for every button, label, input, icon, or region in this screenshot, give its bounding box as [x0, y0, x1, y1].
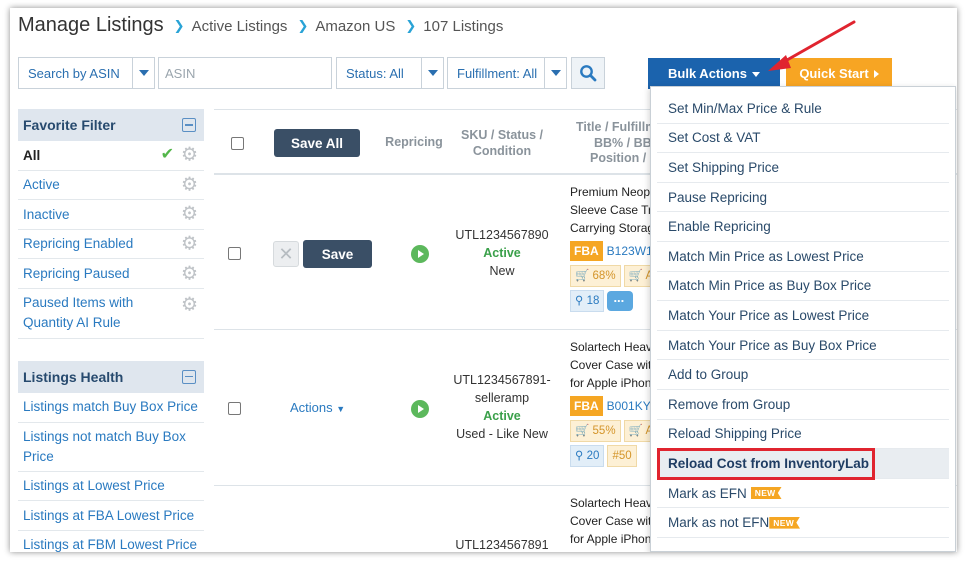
select-all-checkbox[interactable] [231, 137, 244, 150]
breadcrumb-marketplace[interactable]: Amazon US [315, 18, 395, 35]
menu-item-match-min-buy-box[interactable]: Match Min Price as Buy Box Price [657, 272, 949, 302]
fulfillment-badge: FBA [570, 241, 603, 261]
buy-box-percent-chip: 🛒 55% [570, 420, 621, 442]
play-icon[interactable] [411, 245, 429, 263]
position-chip: ⚲ 20 [570, 445, 605, 467]
menu-item-mark-not-efn[interactable]: Mark as not EFN NEW [657, 508, 949, 538]
sidebar-item-lowest-price[interactable]: Listings at Lowest Price [18, 472, 204, 502]
search-button[interactable] [571, 57, 605, 89]
location-pin-icon: ⚲ [575, 295, 584, 307]
menu-item-mark-efn[interactable]: Mark as EFN NEW [657, 479, 949, 509]
gear-icon[interactable]: ⚙ [181, 205, 198, 224]
actions-dropdown[interactable]: Actions ▼ [290, 400, 345, 415]
sidebar-item-match-buy-box[interactable]: Listings match Buy Box Price [18, 393, 204, 423]
close-icon[interactable]: ✕ [273, 241, 299, 267]
search-icon [580, 65, 597, 82]
breadcrumb: Manage Listings ❯ Active Listings ❯ Amaz… [18, 14, 503, 37]
sidebar-item-inactive[interactable]: Inactive ⚙ [18, 200, 204, 230]
new-badge: NEW [769, 516, 801, 529]
listings-health-header: Listings Health [18, 360, 204, 393]
status-badge: Active [483, 409, 521, 423]
asin-search-input[interactable] [158, 57, 332, 89]
save-button[interactable]: Save [303, 240, 372, 268]
favorite-filter-header: Favorite Filter [18, 109, 204, 141]
gear-icon[interactable]: ⚙ [181, 295, 198, 314]
rank-chip: #50 [607, 445, 637, 467]
row-checkbox[interactable] [228, 402, 241, 415]
column-header-repricing[interactable]: Repricing [382, 135, 446, 151]
sku-cell: UTL1234567890 Active New [446, 226, 558, 280]
sidebar-item-paused-quantity-ai[interactable]: Paused Items with Quantity AI Rule ⚙ [18, 289, 204, 339]
status-filter-select[interactable]: Status: All [336, 57, 444, 89]
sidebar-item-not-match-buy-box[interactable]: Listings not match Buy Box Price [18, 423, 204, 472]
chevron-right-icon [873, 69, 879, 78]
gear-icon[interactable]: ⚙ [181, 146, 198, 165]
sidebar-item-all[interactable]: All ✔ ⚙ [18, 141, 204, 171]
menu-item-enable-repricing[interactable]: Enable Repricing [657, 212, 949, 242]
menu-item-reload-cost-inventorylab[interactable]: Reload Cost from InventoryLab [657, 448, 949, 481]
dropdown-caret-icon[interactable] [132, 58, 154, 88]
menu-item-reload-shipping-price[interactable]: Reload Shipping Price [657, 420, 949, 450]
play-icon[interactable] [411, 400, 429, 418]
cart-icon: 🛒 [575, 270, 590, 282]
dropdown-caret-icon [751, 72, 760, 77]
dropdown-caret-icon: ▼ [336, 404, 346, 414]
status-badge: Active [483, 246, 521, 260]
search-by-select[interactable]: Search by ASIN [18, 57, 155, 89]
cart-icon: 🛒 [575, 425, 590, 437]
position-chip: ⚲ 18 [570, 290, 605, 312]
dropdown-caret-icon[interactable] [421, 58, 443, 88]
sidebar-item-repricing-enabled[interactable]: Repricing Enabled ⚙ [18, 230, 204, 260]
save-all-button[interactable]: Save All [274, 129, 360, 157]
new-badge: NEW [750, 487, 782, 500]
page-title: Manage Listings [18, 14, 164, 36]
chevron-right-icon: ❯ [173, 18, 185, 33]
column-header-sku[interactable]: SKU / Status / Condition [454, 128, 550, 159]
fulfillment-filter-select[interactable]: Fulfillment: All [447, 57, 567, 89]
sidebar-item-fbm-lowest[interactable]: Listings at FBM Lowest Price [18, 531, 204, 552]
sidebar-item-fba-lowest[interactable]: Listings at FBA Lowest Price [18, 501, 204, 531]
row-checkbox[interactable] [228, 247, 241, 260]
chat-icon[interactable] [607, 289, 634, 311]
sku-cell: UTL1234567891- selleramp Active Used - L… [446, 371, 558, 443]
dropdown-caret-icon[interactable] [544, 58, 566, 88]
manage-listings-window: Manage Listings ❯ Active Listings ❯ Amaz… [10, 8, 957, 552]
minus-square-icon[interactable] [182, 369, 196, 384]
gear-icon[interactable]: ⚙ [181, 264, 198, 283]
gear-icon[interactable]: ⚙ [181, 235, 198, 254]
sidebar: Favorite Filter All ✔ ⚙ Active ⚙ Inactiv… [18, 109, 204, 552]
bulk-actions-menu: Set Min/Max Price & Rule Set Cost & VAT … [650, 86, 956, 552]
menu-item-match-your-lowest[interactable]: Match Your Price as Lowest Price [657, 301, 949, 331]
menu-item-pause-repricing[interactable]: Pause Repricing [657, 183, 949, 213]
bulk-actions-button[interactable]: Bulk Actions [648, 58, 780, 89]
menu-item-set-min-max-price[interactable]: Set Min/Max Price & Rule [657, 94, 949, 124]
breadcrumb-active-listings[interactable]: Active Listings [192, 18, 288, 35]
sku-cell: UTL1234567891 [455, 538, 549, 552]
sidebar-item-repricing-paused[interactable]: Repricing Paused ⚙ [18, 259, 204, 289]
quick-start-button[interactable]: Quick Start [786, 58, 892, 89]
menu-item-match-min-lowest[interactable]: Match Min Price as Lowest Price [657, 242, 949, 272]
asin-link[interactable]: B123W1I [607, 244, 656, 258]
location-pin-icon: ⚲ [575, 450, 584, 462]
menu-item-match-your-buy-box[interactable]: Match Your Price as Buy Box Price [657, 331, 949, 361]
breadcrumb-listing-count: 107 Listings [423, 18, 504, 35]
check-icon: ✔ [160, 146, 174, 164]
menu-item-add-to-group[interactable]: Add to Group [657, 360, 949, 390]
menu-item-remove-from-group[interactable]: Remove from Group [657, 390, 949, 420]
minus-square-icon[interactable] [182, 118, 196, 132]
chevron-right-icon: ❯ [297, 18, 309, 33]
gear-icon[interactable]: ⚙ [181, 175, 198, 194]
fulfillment-badge: FBA [570, 396, 603, 416]
chevron-right-icon: ❯ [405, 18, 417, 33]
sidebar-item-active[interactable]: Active ⚙ [18, 171, 204, 201]
menu-item-set-shipping-price[interactable]: Set Shipping Price [657, 153, 949, 183]
buy-box-percent-chip: 🛒 68% [570, 265, 621, 287]
menu-item-set-cost-vat[interactable]: Set Cost & VAT [657, 124, 949, 154]
